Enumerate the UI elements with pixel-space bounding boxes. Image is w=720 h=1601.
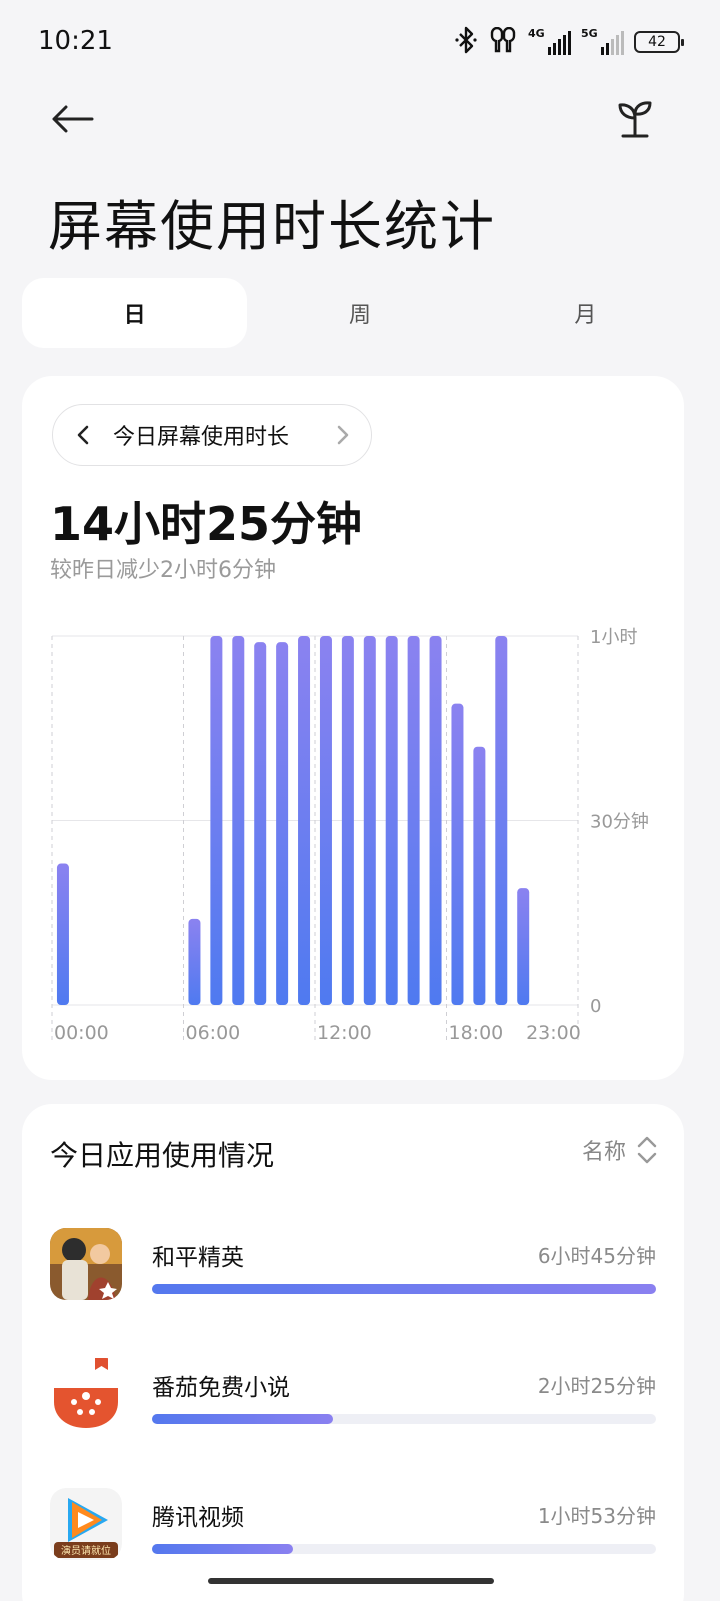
tab-day[interactable]: 日	[22, 278, 248, 348]
total-screen-time: 14小时25分钟	[50, 497, 363, 551]
tencent-badge-text: 演员请就位	[61, 1544, 111, 1557]
sort-updown-icon	[637, 1136, 657, 1164]
chart-bar	[298, 636, 311, 1005]
tab-week[interactable]: 周	[247, 278, 472, 348]
usage-card: 今日屏幕使用时长 14小时25分钟 较昨日减少2小时6分钟 1小时 30分钟 0 0…	[22, 376, 684, 1080]
app-time: 6小时45分钟	[537, 1244, 656, 1268]
chart-bar	[341, 636, 354, 1005]
chevron-left-icon	[77, 425, 89, 445]
app-usage-card: 今日应用使用情况 名称 和平精英 6小时45分钟 番茄免费小说 2小时25分钟 …	[22, 1104, 684, 1601]
app-row[interactable]: 和平精英 6小时45分钟	[50, 1228, 656, 1308]
app-usage-bar-fill	[152, 1414, 334, 1424]
network-label-1: 4G	[528, 27, 545, 40]
chart-xtick-label: 06:00	[186, 1022, 241, 1044]
date-label: 今日屏幕使用时长	[113, 425, 290, 450]
tab-month[interactable]: 月	[473, 278, 698, 348]
sort-label: 名称	[581, 1140, 626, 1165]
chart-xtick-label: 00:00	[54, 1022, 109, 1044]
sort-button[interactable]: 名称	[582, 1134, 658, 1166]
chart-xtick-label: 12:00	[317, 1022, 372, 1044]
app-usage-bar	[152, 1284, 656, 1294]
app-usage-bar	[152, 1544, 656, 1554]
chart-bar	[188, 918, 201, 1005]
app-time: 1小时53分钟	[537, 1504, 656, 1528]
chart-bar	[363, 636, 376, 1005]
status-icons: 4G 5G 42	[454, 26, 684, 58]
chart-bar	[210, 636, 223, 1005]
status-bar: 10:21 4G 5G 42	[0, 0, 720, 84]
app-row[interactable]: 番茄免费小说 2小时25分钟	[50, 1358, 656, 1438]
chart-bar	[407, 636, 420, 1005]
peace-elite-icon	[50, 1228, 122, 1300]
chart-bar	[319, 636, 332, 1005]
chart-bar	[473, 746, 486, 1005]
app-usage-bar	[152, 1414, 656, 1424]
app-usage-bar-fill	[152, 1284, 656, 1294]
tencent-video-icon: 演员请就位	[50, 1488, 122, 1560]
period-tabs: 日 周 月	[22, 278, 698, 348]
back-button[interactable]	[44, 96, 100, 142]
app-row[interactable]: 演员请就位 腾讯视频 1小时53分钟	[50, 1488, 656, 1568]
chart-bar	[495, 636, 508, 1005]
date-selector: 今日屏幕使用时长	[52, 404, 372, 466]
chart-xtick-label: 18:00	[449, 1022, 504, 1044]
app-usage-bar-fill	[152, 1544, 294, 1554]
chart-ytick-label: 0	[590, 996, 601, 1017]
chart-bar	[517, 888, 530, 1005]
compare-yesterday: 较昨日减少2小时6分钟	[50, 558, 276, 583]
signal-5g-icon: 5G	[581, 27, 624, 55]
app-name: 和平精英	[152, 1245, 244, 1271]
screen: 10:21 4G 5G 42 屏幕使用时长统计 日 周 月 今日屏幕使用时长 1…	[0, 0, 720, 1601]
chart-bar	[429, 636, 442, 1005]
network-label-2: 5G	[581, 27, 598, 40]
chart-ytick-label: 30分钟	[590, 812, 649, 833]
tomato-novel-icon	[50, 1358, 122, 1430]
previous-day-button[interactable]	[53, 404, 113, 466]
bluetooth-icon	[454, 26, 478, 58]
chart-bar	[451, 703, 464, 1005]
app-name: 番茄免费小说	[152, 1375, 290, 1401]
sprout-button[interactable]	[612, 96, 658, 142]
sprout-icon	[618, 101, 652, 138]
app-usage-title: 今日应用使用情况	[50, 1139, 275, 1172]
chart-bar	[232, 636, 245, 1005]
arrow-left-icon	[52, 105, 94, 133]
signal-4g-icon: 4G	[528, 27, 571, 55]
chart-bar	[276, 642, 289, 1005]
chart-bar	[385, 636, 398, 1005]
chevron-right-icon	[337, 425, 349, 445]
chart-bar	[56, 863, 69, 1005]
status-time: 10:21	[38, 26, 113, 56]
chart-ytick-label: 1小时	[590, 627, 637, 648]
app-time: 2小时25分钟	[537, 1374, 656, 1398]
battery-icon: 42	[634, 31, 684, 53]
chart-bar	[254, 642, 267, 1005]
next-day-button[interactable]	[315, 404, 371, 466]
chart-xtick-label: 23:00	[526, 1022, 581, 1044]
page-title: 屏幕使用时长统计	[48, 195, 496, 258]
earbuds-icon	[488, 26, 518, 57]
hourly-usage-chart: 1小时 30分钟 0 00:00 06:00 12:00 18:00 23:00	[51, 627, 649, 1044]
home-indicator[interactable]	[208, 1578, 494, 1584]
app-name: 腾讯视频	[152, 1505, 244, 1531]
